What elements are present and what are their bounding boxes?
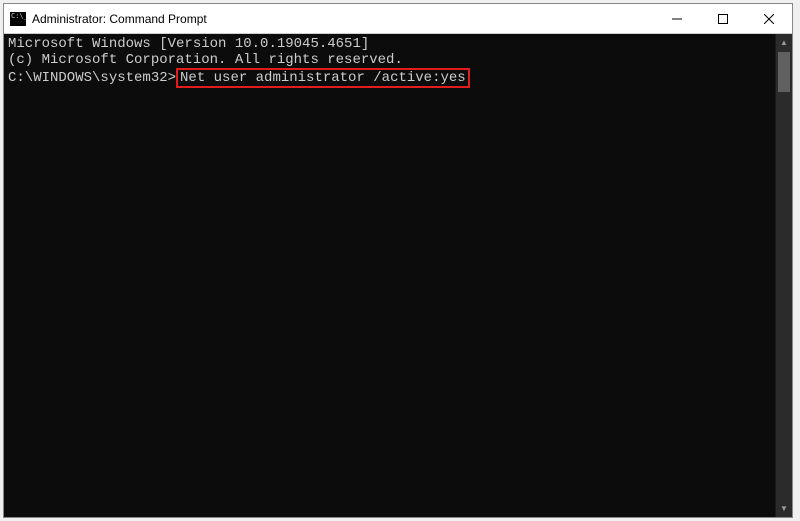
close-icon — [764, 14, 774, 24]
scroll-up-arrow-icon[interactable]: ▲ — [776, 34, 792, 51]
command-prompt-window: Administrator: Command Prompt Microsoft … — [3, 3, 793, 518]
minimize-button[interactable] — [654, 4, 700, 33]
version-line: Microsoft Windows [Version 10.0.19045.46… — [8, 36, 771, 52]
scrollbar-thumb[interactable] — [778, 52, 790, 92]
terminal-area: Microsoft Windows [Version 10.0.19045.46… — [4, 34, 792, 517]
minimize-icon — [672, 14, 682, 24]
prompt-line: C:\WINDOWS\system32>Net user administrat… — [8, 68, 771, 88]
vertical-scrollbar[interactable]: ▲ ▼ — [775, 34, 792, 517]
command-text: Net user administrator /active:yes — [180, 70, 466, 86]
cmd-icon — [10, 12, 26, 26]
window-title: Administrator: Command Prompt — [32, 12, 654, 26]
terminal-output[interactable]: Microsoft Windows [Version 10.0.19045.46… — [4, 34, 775, 517]
copyright-line: (c) Microsoft Corporation. All rights re… — [8, 52, 771, 68]
window-controls — [654, 4, 792, 33]
command-highlight: Net user administrator /active:yes — [176, 68, 470, 88]
close-button[interactable] — [746, 4, 792, 33]
prompt-prefix: C:\WINDOWS\system32> — [8, 70, 176, 86]
titlebar[interactable]: Administrator: Command Prompt — [4, 4, 792, 34]
maximize-button[interactable] — [700, 4, 746, 33]
maximize-icon — [718, 14, 728, 24]
scroll-down-arrow-icon[interactable]: ▼ — [776, 500, 792, 517]
